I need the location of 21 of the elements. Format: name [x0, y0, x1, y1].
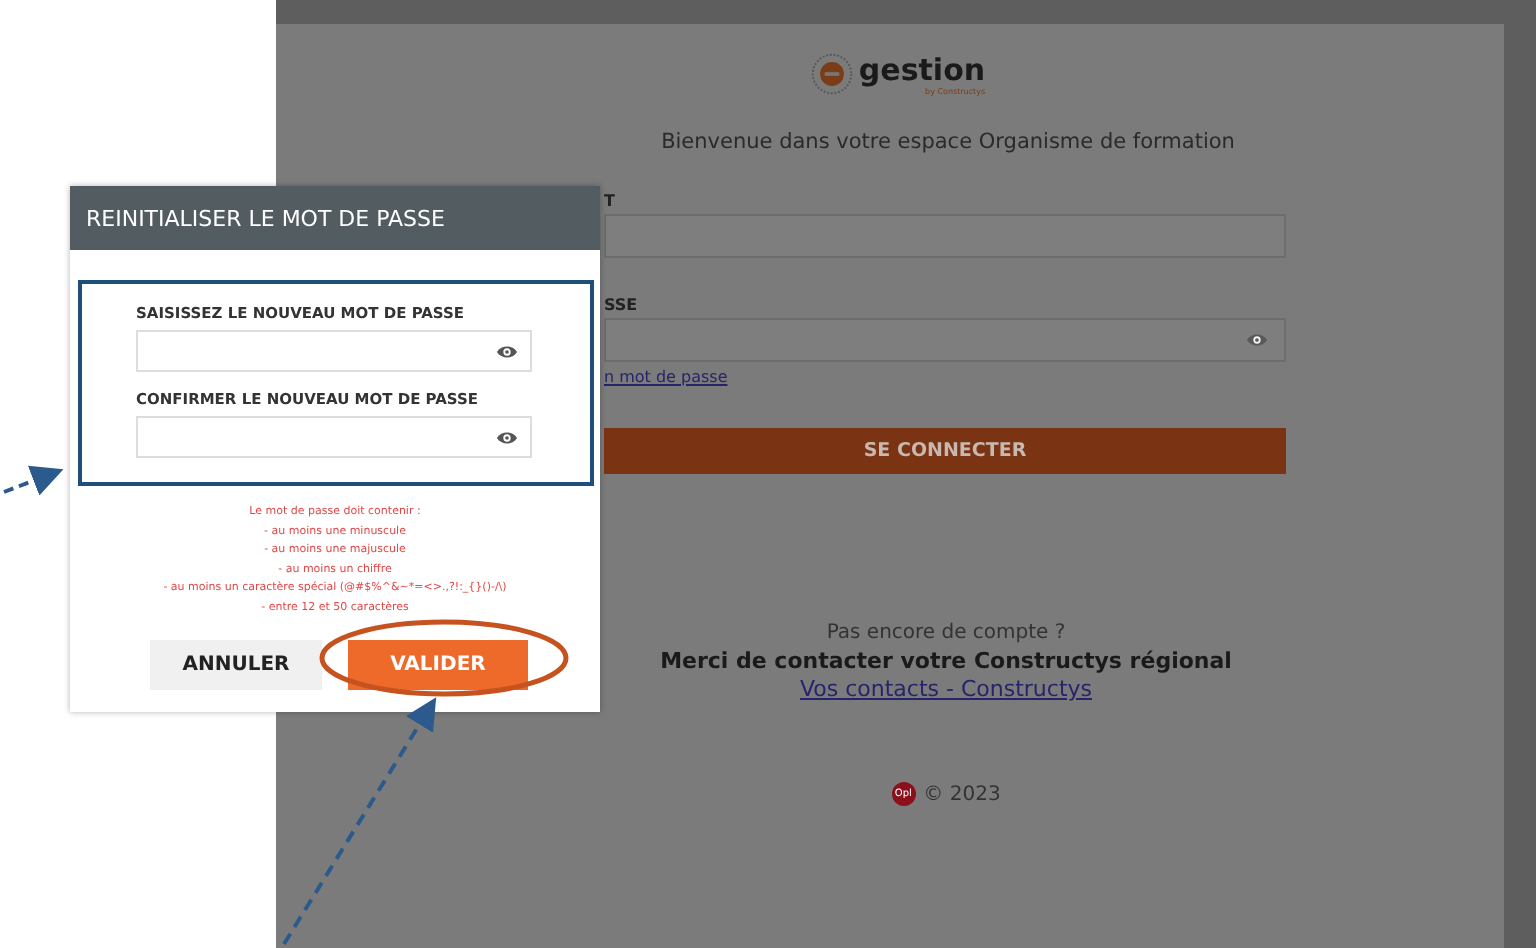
no-account-text: Pas encore de compte ?	[826, 622, 1066, 644]
logo-name: gestion	[858, 53, 986, 85]
login-button[interactable]: SE CONNECTER	[604, 428, 1286, 474]
forgot-password-link[interactable]: n mot de passe	[604, 368, 728, 386]
field-label: SSE	[604, 296, 640, 316]
password-field[interactable]	[136, 416, 532, 458]
eye-icon[interactable]	[1246, 332, 1268, 348]
copyright-text: © 2023	[923, 783, 1001, 805]
input-field[interactable]	[604, 318, 1286, 362]
password-field[interactable]	[136, 330, 532, 372]
field-label: T	[604, 192, 617, 212]
welcome-text: Bienvenue dans votre espace Organisme de formation	[661, 130, 1235, 154]
logo-icon	[810, 52, 855, 96]
pointer-arrow	[3, 465, 64, 496]
eye-icon[interactable]	[496, 343, 518, 359]
dialog-title: REINITIALISER LE MOT DE PASSE	[70, 186, 600, 250]
eye-icon[interactable]	[496, 429, 518, 445]
contact-text: Merci de contacter votre Constructys régional	[660, 648, 1232, 674]
cancel-button[interactable]: ANNULER	[150, 640, 322, 690]
contacts-link[interactable]: Vos contacts - Constructys	[799, 676, 1092, 702]
validate-button[interactable]: VALIDER	[348, 640, 528, 690]
